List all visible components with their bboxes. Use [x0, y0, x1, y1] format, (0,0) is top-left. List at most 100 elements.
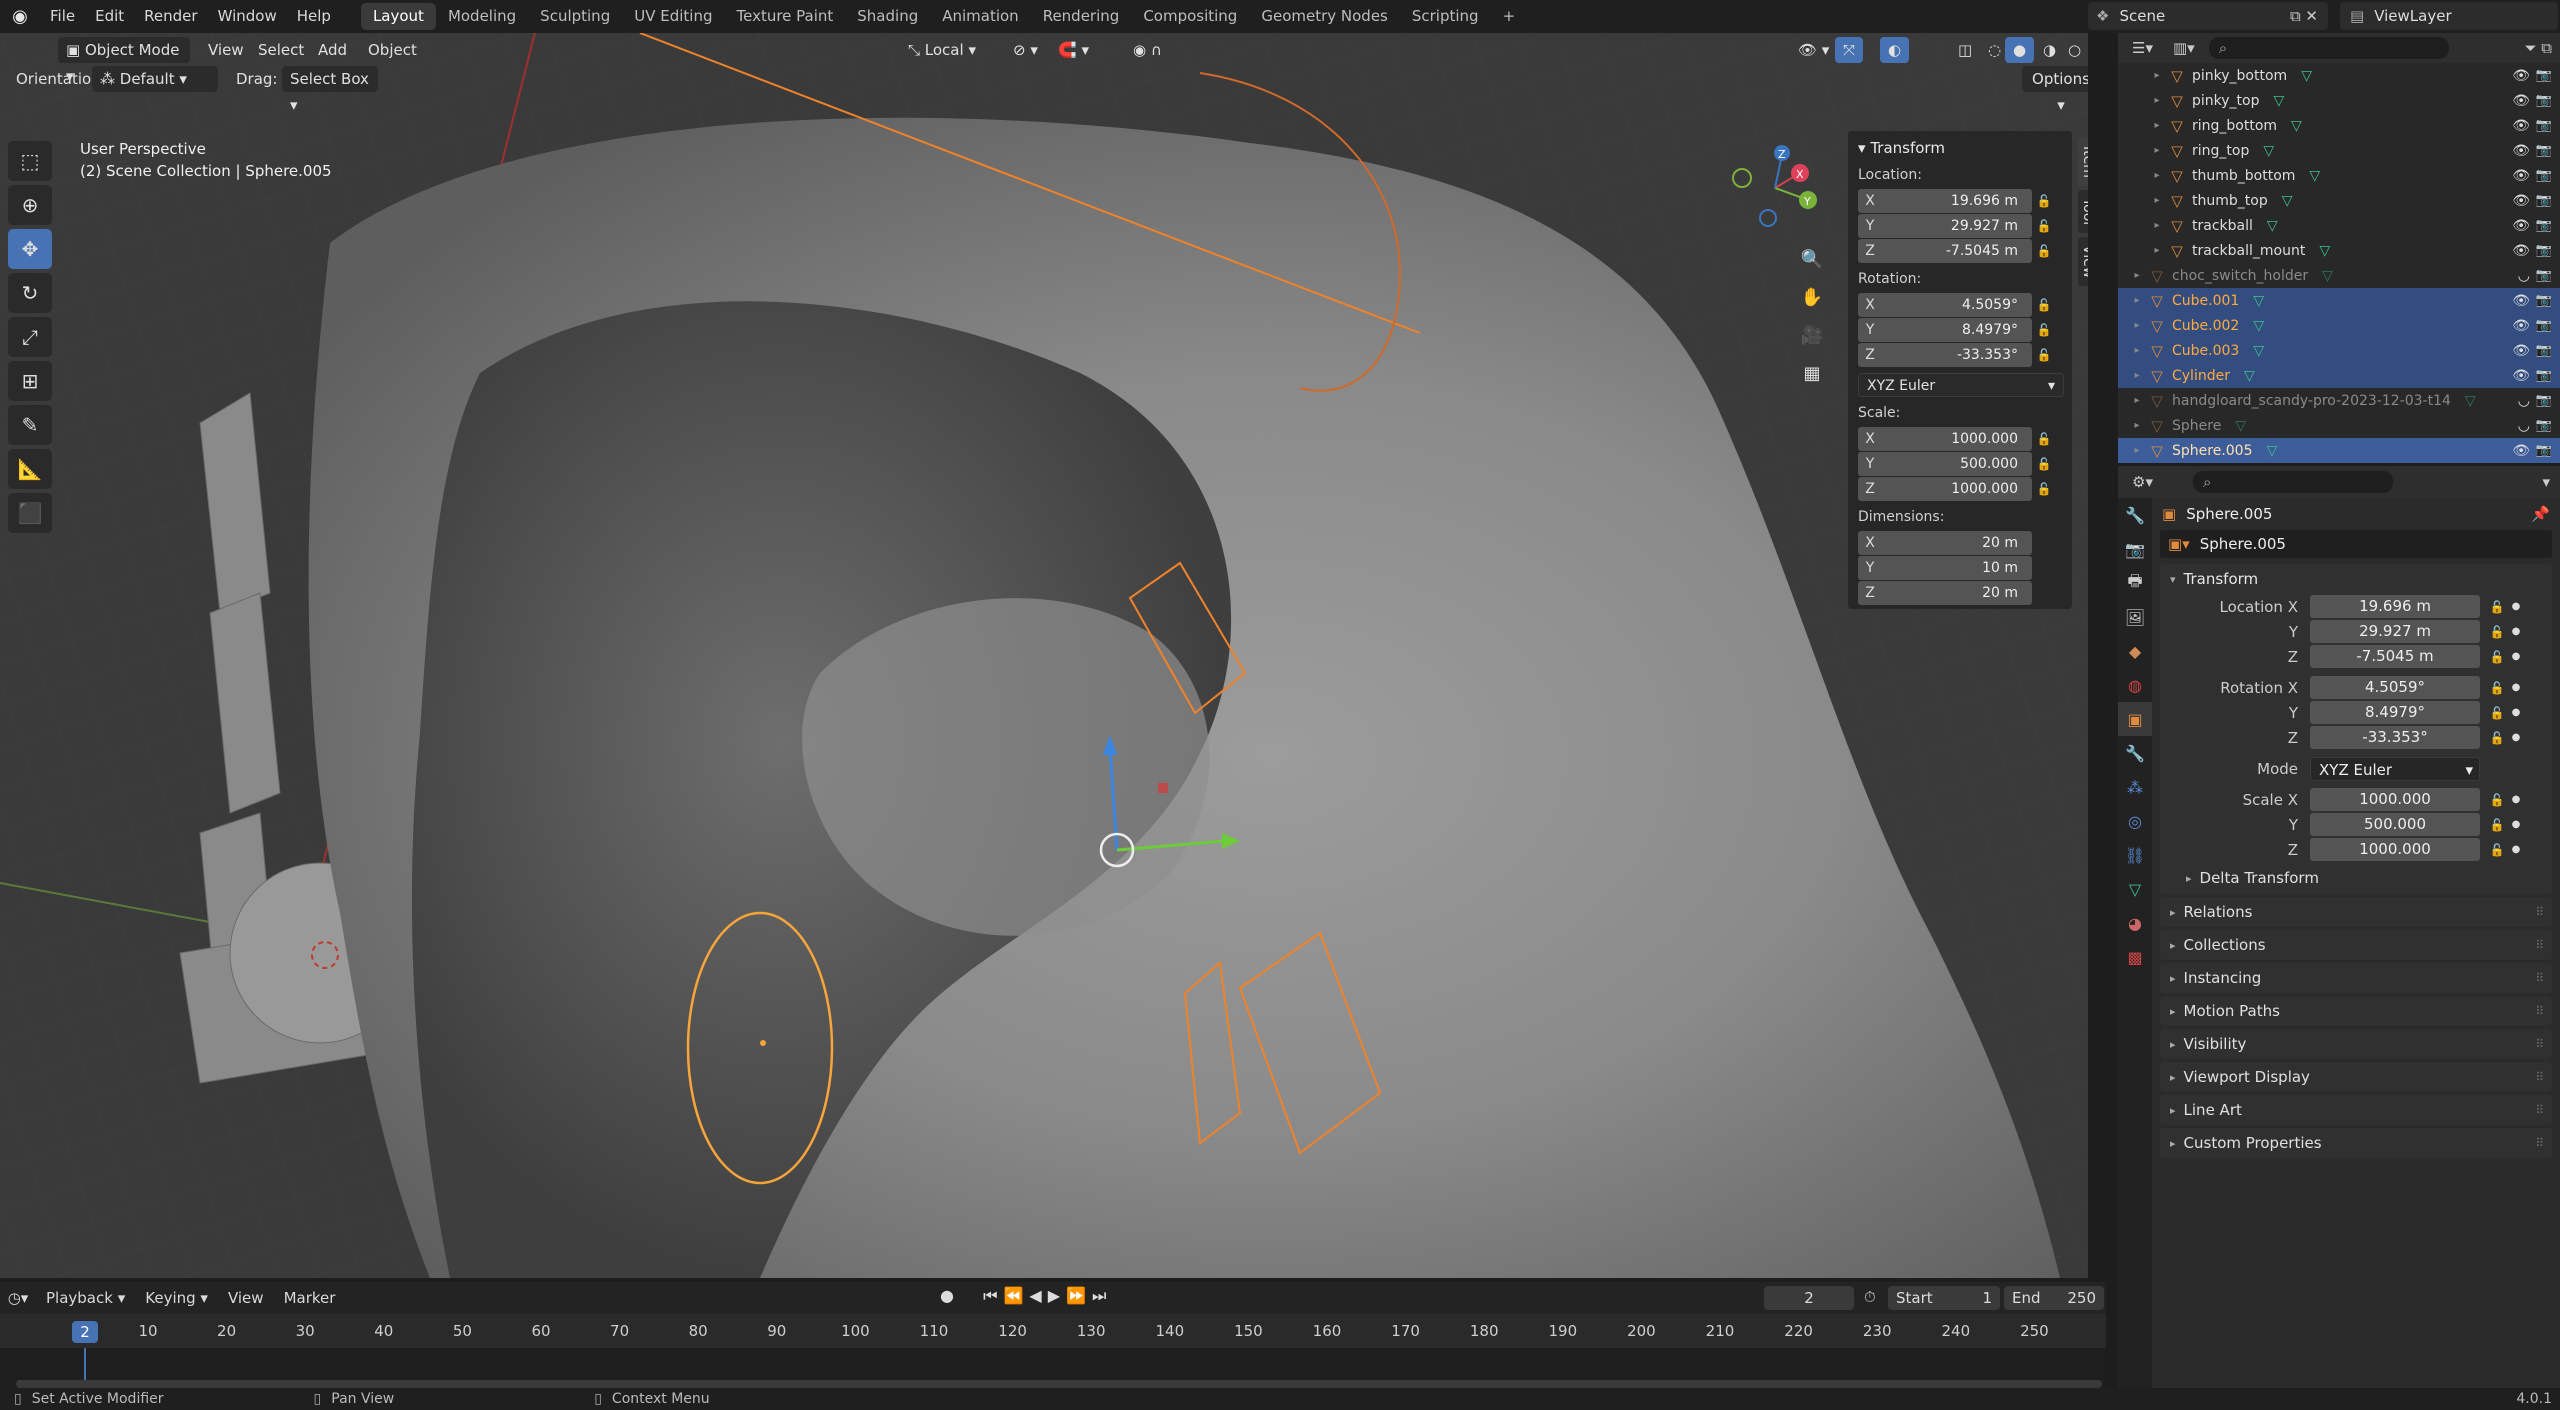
modifiers-tab-icon[interactable]: 🔧 [2118, 736, 2152, 770]
delta-transform-subpanel[interactable]: ▸ Delta Transform [2160, 862, 2552, 894]
menu-object[interactable]: Object [360, 37, 425, 63]
menu-marker[interactable]: Marker [274, 1282, 346, 1314]
visibility-eye-icon[interactable]: 👁 [2512, 368, 2530, 384]
menu-playback[interactable]: Playback ▾ [36, 1282, 135, 1314]
cursor-tool-icon[interactable]: ⊕ [8, 185, 52, 225]
drag-grip-icon[interactable]: ⠿ [2535, 1103, 2544, 1117]
location-z-field[interactable]: -7.5045 m [2310, 645, 2480, 668]
rotation-z-field[interactable]: -33.353° [2310, 726, 2480, 749]
location-y-field[interactable]: 29.927 m [2310, 620, 2480, 643]
tab-animation[interactable]: Animation [930, 3, 1030, 30]
play-icon[interactable]: ▶ [1048, 1286, 1066, 1305]
visibility-eye-icon[interactable]: 👁 [2512, 343, 2530, 359]
expand-arrow-icon[interactable]: ▸ [2128, 345, 2146, 356]
editor-type-icon[interactable]: ◷▾ [0, 1289, 36, 1307]
tab-scripting[interactable]: Scripting [1400, 3, 1491, 30]
mesh-data-icon[interactable]: ▽ [2282, 193, 2293, 209]
render-camera-icon[interactable]: 📷 [2536, 293, 2552, 308]
outliner-row[interactable]: ▸ ▽ handgloard_scandy-pro-2023-12-03-t14 ▽ ◡… [2118, 388, 2560, 413]
tab-shading[interactable]: Shading [845, 3, 930, 30]
outliner-search-input[interactable]: ⌕ [2208, 37, 2449, 59]
visibility-eye-icon[interactable]: ◡ [2518, 393, 2530, 409]
expand-arrow-icon[interactable]: ▸ [2148, 120, 2166, 131]
dim-x-field[interactable]: 20 m [1882, 531, 2032, 555]
properties-options-icon[interactable]: ▾ [2542, 473, 2550, 491]
menu-add[interactable]: Add [310, 37, 355, 63]
drag-grip-icon[interactable]: ⠿ [2535, 905, 2544, 919]
dim-y-field[interactable]: 10 m [1882, 556, 2032, 580]
overlay-toggle-icon[interactable]: ◐ [1880, 37, 1910, 63]
panel-visibility[interactable]: ▸ Visibility ⠿ [2160, 1029, 2552, 1059]
tab-layout[interactable]: Layout [360, 3, 436, 30]
outliner-row[interactable]: ▸ ▽ ring_top ▽ 👁 📷 [2118, 138, 2560, 163]
jump-start-icon[interactable]: ⏮ [983, 1286, 1003, 1305]
timeline-body[interactable] [0, 1348, 2106, 1392]
outliner-row[interactable]: ▸ ▽ trackball_mount ▽ 👁 📷 [2118, 238, 2560, 263]
visibility-eye-icon[interactable]: 👁 [2512, 318, 2530, 334]
jump-end-icon[interactable]: ⏭ [1092, 1286, 1112, 1305]
display-mode-icon[interactable]: ▥▾ [2173, 39, 2195, 57]
scale-y-field[interactable]: 500.000 [1882, 452, 2032, 476]
render-camera-icon[interactable]: 📷 [2536, 143, 2552, 158]
object-tab-icon[interactable]: ▣ [2118, 702, 2152, 736]
proportional-edit-icon[interactable]: ◉ ∩ [1125, 37, 1170, 63]
prev-keyframe-icon[interactable]: ⏪ [1003, 1286, 1029, 1305]
panel-instancing[interactable]: ▸ Instancing ⠿ [2160, 963, 2552, 993]
outliner-row[interactable]: ▸ ▽ pinky_bottom ▽ 👁 📷 [2118, 63, 2560, 88]
transform-orientation-selector[interactable]: ⤡ Local ▾ [900, 37, 1000, 63]
options-dropdown[interactable]: Options ▾ [2022, 66, 2088, 114]
render-camera-icon[interactable]: 📷 [2536, 443, 2552, 458]
physics-tab-icon[interactable]: ◎ [2118, 804, 2152, 838]
keyframe-dot-icon[interactable]: ● [2508, 794, 2524, 805]
render-camera-icon[interactable]: 📷 [2536, 168, 2552, 183]
mesh-data-icon[interactable]: ▽ [2267, 218, 2278, 234]
npanel-header[interactable]: ▾ Transform [1858, 139, 2062, 157]
rendered-shading-icon[interactable]: ○ [2060, 37, 2088, 63]
mesh-data-icon[interactable]: ▽ [2301, 68, 2312, 84]
visibility-icon[interactable]: 👁 ▾ [1790, 37, 1837, 63]
panel-viewport-display[interactable]: ▸ Viewport Display ⠿ [2160, 1062, 2552, 1092]
visibility-eye-icon[interactable]: 👁 [2512, 143, 2530, 159]
lock-icon[interactable]: 🔓 [2032, 482, 2056, 496]
outliner-row[interactable]: ▸ ▽ thumb_bottom ▽ 👁 📷 [2118, 163, 2560, 188]
expand-arrow-icon[interactable]: ▸ [2148, 245, 2166, 256]
outliner-row[interactable]: ▸ ▽ ring_bottom ▽ 👁 📷 [2118, 113, 2560, 138]
render-camera-icon[interactable]: 📷 [2536, 218, 2552, 233]
expand-arrow-icon[interactable]: ▸ [2128, 295, 2146, 306]
loc-x-field[interactable]: 19.696 m [1882, 189, 2032, 213]
visibility-eye-icon[interactable]: ◡ [2518, 418, 2530, 434]
mesh-data-icon[interactable]: ▽ [2235, 418, 2246, 434]
material-tab-icon[interactable]: ◕ [2118, 906, 2152, 940]
visibility-eye-icon[interactable]: 👁 [2512, 93, 2530, 109]
lock-icon[interactable]: 🔓 [2486, 731, 2508, 745]
scale-x-prop-field[interactable]: 1000.000 [2310, 788, 2480, 811]
mesh-data-icon[interactable]: ▽ [2291, 118, 2302, 134]
outliner-row[interactable]: ▸ ▽ Cube.003 ▽ 👁 📷 [2118, 338, 2560, 363]
lock-icon[interactable]: 🔓 [2486, 650, 2508, 664]
properties-editor-icon[interactable]: ⚙▾ [2132, 473, 2153, 491]
new-scene-icon[interactable]: ⧉ ✕ [2290, 7, 2318, 25]
tab-modeling[interactable]: Modeling [436, 3, 528, 30]
render-camera-icon[interactable]: 📷 [2536, 318, 2552, 333]
expand-arrow-icon[interactable]: ▸ [2148, 170, 2166, 181]
panel-collections[interactable]: ▸ Collections ⠿ [2160, 930, 2552, 960]
panel-custom-properties[interactable]: ▸ Custom Properties ⠿ [2160, 1128, 2552, 1158]
gizmo-x-handle[interactable] [1158, 783, 1168, 793]
mesh-data-icon[interactable]: ▽ [2322, 268, 2333, 284]
pan-hand-icon[interactable]: ✋ [1798, 279, 1826, 317]
menu-timeline-view[interactable]: View [218, 1282, 274, 1314]
loc-z-field[interactable]: -7.5045 m [1882, 239, 2032, 263]
drag-grip-icon[interactable]: ⠿ [2535, 938, 2544, 952]
mesh-data-icon[interactable]: ▽ [2244, 368, 2255, 384]
mesh-data-icon[interactable]: ▽ [2319, 243, 2330, 259]
keyframe-dot-icon[interactable]: ● [2508, 601, 2524, 612]
render-camera-icon[interactable]: 📷 [2536, 368, 2552, 383]
drag-dropdown[interactable]: Select Box ▾ [282, 66, 378, 114]
keyframe-dot-icon[interactable]: ● [2508, 732, 2524, 743]
record-icon[interactable]: ● [940, 1286, 960, 1305]
snap-icon[interactable]: 🧲 ▾ [1050, 37, 1097, 63]
ortho-grid-icon[interactable]: ▦ [1798, 355, 1826, 393]
visibility-eye-icon[interactable]: 👁 [2512, 243, 2530, 259]
expand-arrow-icon[interactable]: ▸ [2128, 420, 2146, 431]
zoom-icon[interactable]: 🔍 [1798, 241, 1826, 279]
